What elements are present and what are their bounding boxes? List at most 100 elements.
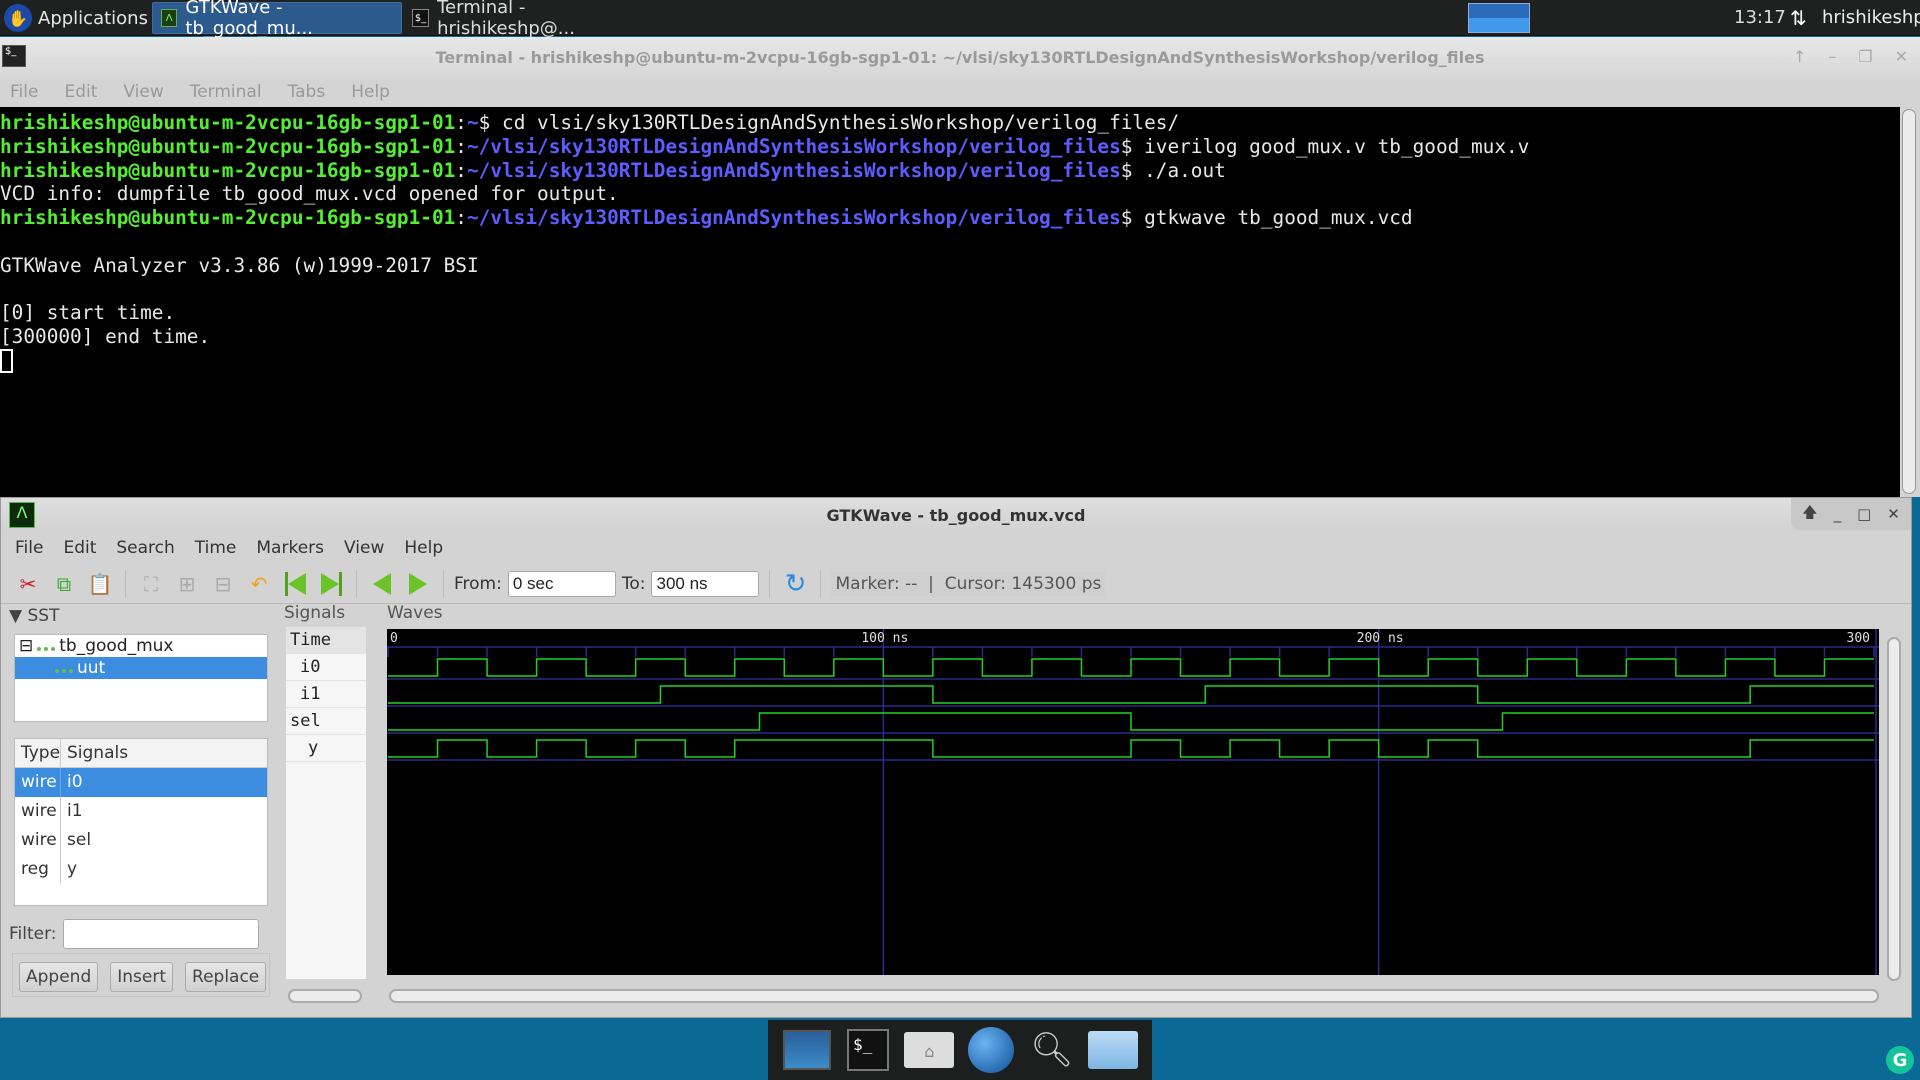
menu-markers[interactable]: Markers xyxy=(256,538,324,558)
terminal-icon: $_ xyxy=(412,9,430,27)
jump-start-icon[interactable] xyxy=(280,569,310,599)
terminal-titlebar[interactable]: $_ Terminal - hrishikeshp@ubuntu-m-2vcpu… xyxy=(0,37,1920,79)
menu-view[interactable]: View xyxy=(123,82,163,102)
column-signals[interactable]: Signals xyxy=(61,739,128,767)
hierarchy-tree: ⊟ tb_good_mux uut xyxy=(14,634,268,722)
taskbar-item-label: GTKWave - tb_good_mu... xyxy=(185,0,313,39)
toolbar-separator xyxy=(125,569,126,598)
next-edge-icon[interactable] xyxy=(403,569,433,599)
terminal-icon[interactable]: $_ xyxy=(843,1028,893,1072)
menu-edit[interactable]: Edit xyxy=(63,538,96,558)
signal-name-y[interactable]: y xyxy=(286,735,366,762)
to-label: To: xyxy=(621,573,646,594)
cut-icon[interactable]: ✂ xyxy=(13,569,43,599)
to-time-input[interactable] xyxy=(651,570,760,597)
menu-file[interactable]: File xyxy=(10,82,38,102)
minimize-icon[interactable]: – xyxy=(1828,47,1836,66)
network-icon[interactable]: ⇅ xyxy=(1790,0,1807,36)
module-icon xyxy=(37,639,56,651)
waveform-canvas[interactable]: 0 100 ns 200 ns 300 xyxy=(387,629,1879,975)
user-menu[interactable]: hrishikeshp xyxy=(1822,0,1920,36)
reload-icon[interactable]: ↻ xyxy=(780,569,810,599)
filter-label: Filter: xyxy=(9,924,57,944)
files-icon[interactable] xyxy=(1088,1028,1139,1072)
menu-file[interactable]: File xyxy=(15,538,43,558)
gtkwave-titlebar[interactable]: Λ GTKWave - tb_good_mux.vcd 🡅 _ □ ✕ xyxy=(1,498,1911,532)
signal-row[interactable]: reg y xyxy=(15,855,267,884)
clock[interactable]: 13:17 xyxy=(1734,0,1786,36)
terminal-scrollbar[interactable] xyxy=(1902,109,1916,494)
tree-item-uut[interactable]: uut xyxy=(15,657,267,679)
waves-pane: Waves 0 100 ns 200 ns 300 xyxy=(379,603,1909,1013)
replace-button[interactable]: Replace xyxy=(185,962,267,992)
table-header: Type Signals xyxy=(15,739,267,768)
signal-row[interactable]: wire sel xyxy=(15,826,267,855)
signals-header: Signals xyxy=(284,603,346,623)
collapse-icon[interactable]: ⊟ xyxy=(19,636,33,656)
toolbar-separator xyxy=(820,569,822,598)
gtkwave-title: GTKWave - tb_good_mux.vcd xyxy=(826,506,1086,525)
toolbar-separator xyxy=(356,569,357,598)
signal-name-i1[interactable]: i1 xyxy=(286,681,366,708)
signals-horizontal-scrollbar[interactable] xyxy=(288,989,362,1003)
taskbar-item-gtkwave[interactable]: Λ GTKWave - tb_good_mu... xyxy=(152,0,402,39)
menu-help[interactable]: Help xyxy=(404,538,443,558)
undo-icon[interactable]: ↶ xyxy=(244,569,274,599)
menu-search[interactable]: Search xyxy=(116,538,174,558)
zoom-out-icon[interactable]: ⊟ xyxy=(208,569,238,599)
insert-button[interactable]: Insert xyxy=(110,962,174,992)
search-icon[interactable]: 🔍︎ xyxy=(1027,1028,1077,1072)
home-folder-icon[interactable]: ⌂ xyxy=(904,1028,955,1072)
zoom-in-icon[interactable]: ⊞ xyxy=(172,569,202,599)
maximize-icon[interactable]: ❐ xyxy=(1858,47,1872,66)
signal-name-sel[interactable]: sel xyxy=(286,708,366,735)
xfce-logo-icon: ✋ xyxy=(4,4,32,32)
top-panel: ✋ Applications Λ GTKWave - tb_good_mu...… xyxy=(0,0,1920,39)
minimize-icon[interactable]: _ xyxy=(1834,505,1842,523)
applications-menu[interactable]: ✋ Applications xyxy=(4,2,148,34)
column-type[interactable]: Type xyxy=(15,739,61,767)
waves-vertical-scrollbar[interactable] xyxy=(1887,637,1901,981)
menu-time[interactable]: Time xyxy=(195,538,237,558)
web-browser-icon[interactable] xyxy=(966,1027,1016,1073)
signals-list: Time i0 i1 sel y xyxy=(286,627,366,979)
show-desktop-icon[interactable] xyxy=(782,1028,832,1072)
terminal-line: [0] start time. xyxy=(0,301,176,325)
menu-tabs[interactable]: Tabs xyxy=(288,82,326,102)
copy-icon[interactable]: ⧉ xyxy=(49,569,79,599)
menu-edit[interactable]: Edit xyxy=(64,82,97,102)
grammarly-icon[interactable]: G xyxy=(1886,1046,1914,1074)
waves-horizontal-scrollbar[interactable] xyxy=(389,989,1879,1003)
time-axis-label: 200 ns xyxy=(1357,631,1404,646)
signal-row[interactable]: wire i1 xyxy=(15,797,267,826)
raise-icon[interactable]: 🡅 xyxy=(1802,502,1817,527)
menu-terminal[interactable]: Terminal xyxy=(190,82,262,102)
terminal-line: hrishikeshp@ubuntu-m-2vcpu-16gb-sgp1-01:… xyxy=(0,206,1413,230)
jump-end-icon[interactable] xyxy=(316,569,346,599)
from-time-input[interactable] xyxy=(507,570,616,597)
terminal-screen[interactable]: hrishikeshp@ubuntu-m-2vcpu-16gb-sgp1-01:… xyxy=(0,107,1900,497)
tree-item-tb-good-mux[interactable]: ⊟ tb_good_mux xyxy=(15,635,267,657)
sst-header[interactable]: ▼ SST xyxy=(9,606,269,626)
raise-icon[interactable]: ↑ xyxy=(1793,47,1806,66)
signal-name-i0[interactable]: i0 xyxy=(286,654,366,681)
time-axis-label: 300 xyxy=(1847,631,1870,646)
previous-edge-icon[interactable] xyxy=(367,569,397,599)
gtkwave-menubar: File Edit Search Time Markers View Help xyxy=(1,532,1911,564)
append-button[interactable]: Append xyxy=(19,962,99,992)
taskbar-item-terminal[interactable]: $_ Terminal - hrishikeshp@... xyxy=(404,0,664,39)
menu-help[interactable]: Help xyxy=(351,82,390,102)
zoom-fit-icon[interactable]: ⛶ xyxy=(136,569,166,599)
close-icon[interactable]: ✕ xyxy=(1895,47,1908,66)
close-icon[interactable]: ✕ xyxy=(1887,505,1900,523)
signal-row[interactable]: wire i0 xyxy=(15,768,267,797)
sst-pane: ▼ SST ⊟ tb_good_mux uut Type Signals wire… xyxy=(9,606,270,1014)
time-axis-label: 100 ns xyxy=(861,631,908,646)
paste-icon[interactable]: 📋 xyxy=(85,569,115,599)
workspace-switcher[interactable] xyxy=(1468,3,1530,33)
filter-input[interactable] xyxy=(62,919,259,949)
menu-view[interactable]: View xyxy=(344,538,384,558)
maximize-icon[interactable]: □ xyxy=(1857,505,1871,523)
terminal-line: GTKWave Analyzer v3.3.86 (w)1999-2017 BS… xyxy=(0,253,479,277)
